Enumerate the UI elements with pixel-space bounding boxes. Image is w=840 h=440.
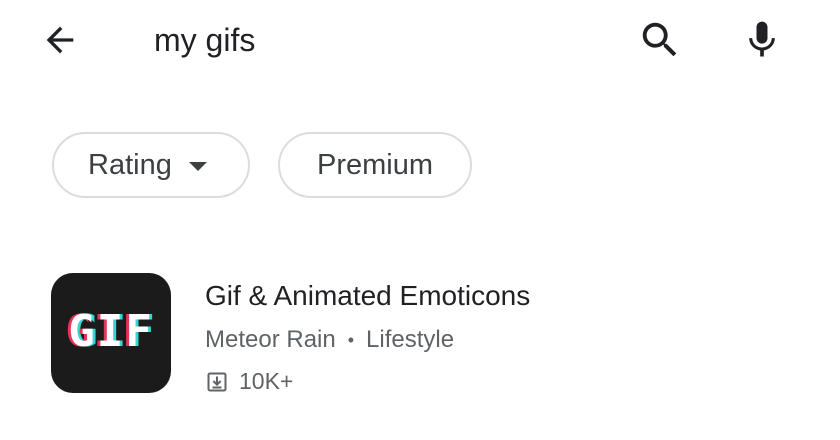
search-icon [642, 22, 677, 57]
app-title: Gif & Animated Emoticons [205, 280, 531, 311]
rating-filter-chip[interactable]: Rating [52, 132, 250, 198]
download-icon [205, 370, 229, 394]
search-button[interactable] [632, 14, 688, 66]
search-query-text[interactable]: my gifs [154, 18, 255, 62]
dropdown-arrow-icon [188, 161, 207, 171]
search-toolbar: my gifs [0, 0, 840, 84]
app-developer: Meteor Rain [205, 326, 336, 353]
premium-filter-chip[interactable]: Premium [278, 132, 472, 198]
download-count: 10K+ [239, 368, 294, 394]
meta-separator: • [347, 329, 355, 350]
arrow-back-icon [46, 26, 74, 54]
mic-icon [749, 21, 775, 57]
chip-label: Premium [316, 148, 433, 181]
app-icon[interactable]: GIF [51, 273, 171, 393]
chip-label: Rating [88, 148, 172, 181]
app-category: Lifestyle [366, 326, 455, 353]
app-meta: Meteor Rain • Lifestyle [205, 326, 454, 354]
app-downloads: 10K+ [205, 368, 293, 395]
app-result-item[interactable]: GIF Gif & Animated Emoticons Meteor Rain… [0, 258, 840, 408]
back-button[interactable] [34, 18, 86, 62]
app-icon-logo-text: GIF [68, 306, 154, 357]
voice-search-button[interactable] [736, 12, 788, 68]
